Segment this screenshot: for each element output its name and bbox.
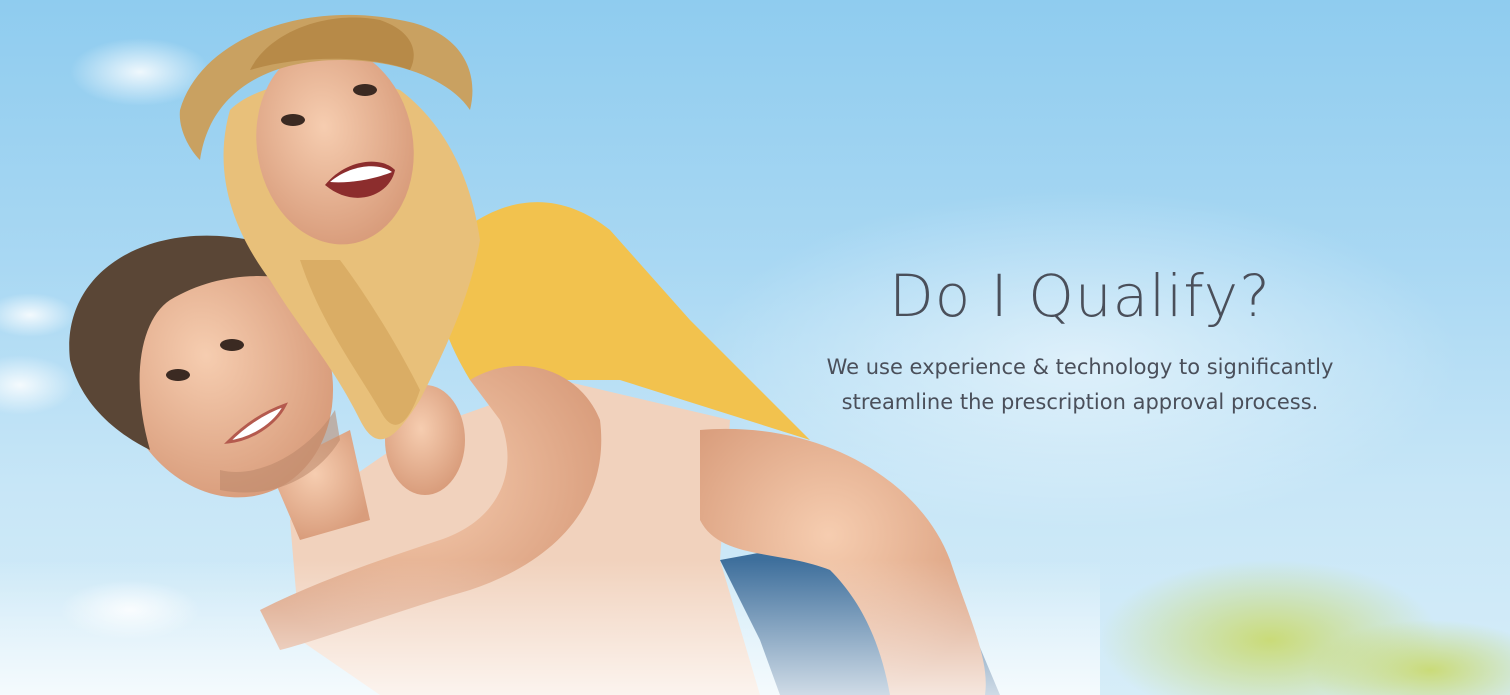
- qualify-text-block: Do I Qualify? We use experience & techno…: [780, 262, 1380, 420]
- cloud: [0, 293, 75, 337]
- headline: Do I Qualify?: [889, 262, 1271, 330]
- subtext-line: streamline the prescription approval pro…: [841, 390, 1319, 414]
- subtext-line: We use experience & technology to signif…: [826, 355, 1334, 379]
- cloud: [0, 355, 75, 415]
- hero-banner: Do I Qualify? We use experience & techno…: [0, 0, 1510, 695]
- subtext: We use experience & technology to signif…: [780, 350, 1380, 420]
